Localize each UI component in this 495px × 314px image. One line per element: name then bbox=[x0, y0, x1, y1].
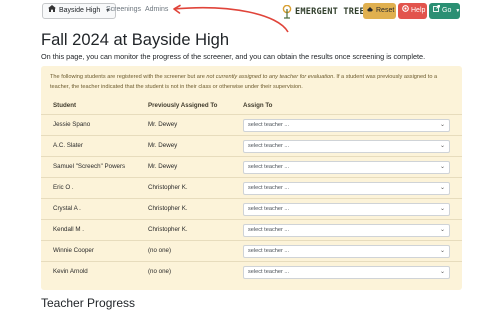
chevron-down-icon: ⌄ bbox=[439, 248, 445, 254]
assign-teacher-select[interactable]: select teacher ... ⌄ bbox=[243, 140, 450, 153]
table-row: A.C. Slater Mr. Dewey select teacher ...… bbox=[41, 135, 462, 157]
go-button-label: Go bbox=[442, 7, 452, 14]
table-header: Student Previously Assigned To Assign To bbox=[41, 99, 462, 113]
column-header-assign: Assign To bbox=[243, 102, 273, 109]
chevron-down-icon: ⌄ bbox=[439, 122, 445, 128]
assign-teacher-select[interactable]: select teacher ... ⌄ bbox=[243, 245, 450, 258]
table-row: Jessie Spano Mr. Dewey select teacher ..… bbox=[41, 114, 462, 136]
table-row: Kevin Arnold (no one) select teacher ...… bbox=[41, 261, 462, 283]
assign-teacher-select[interactable]: select teacher ... ⌄ bbox=[243, 266, 450, 279]
nav-link-screenings[interactable]: Screenings bbox=[106, 6, 141, 13]
page-title: Fall 2024 at Bayside High bbox=[41, 31, 230, 49]
previous-teacher: Christopher K. bbox=[148, 184, 188, 191]
go-menu-button[interactable]: Go ▼ bbox=[429, 3, 460, 19]
brand-logo-text: EMERGENT TREE bbox=[295, 6, 365, 17]
caret-down-icon: ▼ bbox=[455, 8, 461, 14]
student-name: Winnie Cooper bbox=[53, 247, 94, 254]
student-name: Eric O . bbox=[53, 184, 74, 191]
previous-teacher: (no one) bbox=[148, 268, 172, 275]
reset-button-label: Reset bbox=[376, 7, 395, 14]
external-link-icon bbox=[433, 3, 440, 19]
chevron-down-icon: ⌄ bbox=[439, 269, 445, 275]
reset-button[interactable]: Reset bbox=[363, 3, 396, 19]
previous-teacher: Mr. Dewey bbox=[148, 121, 178, 128]
previous-teacher: Christopher K. bbox=[148, 226, 188, 233]
table-row: Winnie Cooper (no one) select teacher ..… bbox=[41, 240, 462, 262]
teacher-progress-heading: Teacher Progress bbox=[41, 296, 136, 310]
annotation-arrow-icon bbox=[173, 4, 289, 33]
student-name: Kevin Arnold bbox=[53, 268, 88, 275]
student-name: Jessie Spano bbox=[53, 121, 91, 128]
chevron-down-icon: ⌄ bbox=[439, 164, 445, 170]
unassigned-students-panel: The following students are registered wi… bbox=[41, 66, 462, 290]
school-selector-label: Bayside High bbox=[59, 7, 101, 14]
chevron-down-icon: ⌄ bbox=[439, 206, 445, 212]
table-row: Kendall M . Christopher K. select teache… bbox=[41, 219, 462, 241]
assign-teacher-select[interactable]: select teacher ... ⌄ bbox=[243, 203, 450, 216]
unassigned-notice: The following students are registered wi… bbox=[50, 74, 438, 90]
help-button-label: Help bbox=[411, 7, 426, 14]
chevron-down-icon: ⌄ bbox=[439, 227, 445, 233]
eraser-icon bbox=[367, 3, 374, 19]
assign-teacher-select[interactable]: select teacher ... ⌄ bbox=[243, 224, 450, 237]
student-name: Kendall M . bbox=[53, 226, 84, 233]
previous-teacher: (no one) bbox=[148, 247, 172, 254]
previous-teacher: Mr. Dewey bbox=[148, 142, 178, 149]
table-row: Crystal A . Christopher K. select teache… bbox=[41, 198, 462, 220]
previous-teacher: Mr. Dewey bbox=[148, 163, 178, 170]
assign-teacher-select[interactable]: select teacher ... ⌄ bbox=[243, 182, 450, 195]
table-row: Eric O . Christopher K. select teacher .… bbox=[41, 177, 462, 199]
assign-teacher-select[interactable]: select teacher ... ⌄ bbox=[243, 161, 450, 174]
table-row: Samuel "Screech" Powers Mr. Dewey select… bbox=[41, 156, 462, 178]
help-button[interactable]: Help bbox=[398, 3, 427, 19]
chevron-down-icon: ⌄ bbox=[439, 185, 445, 191]
student-name: Samuel "Screech" Powers bbox=[53, 163, 126, 170]
student-name: A.C. Slater bbox=[53, 142, 83, 149]
column-header-student: Student bbox=[53, 102, 77, 109]
assign-teacher-select[interactable]: select teacher ... ⌄ bbox=[243, 119, 450, 132]
previous-teacher: Christopher K. bbox=[148, 205, 188, 212]
lifebuoy-icon bbox=[402, 3, 409, 19]
student-name: Crystal A . bbox=[53, 205, 81, 212]
chevron-down-icon: ⌄ bbox=[439, 143, 445, 149]
page-intro: On this page, you can monitor the progre… bbox=[41, 52, 426, 61]
home-icon bbox=[48, 3, 56, 19]
column-header-previous: Previously Assigned To bbox=[148, 102, 218, 109]
